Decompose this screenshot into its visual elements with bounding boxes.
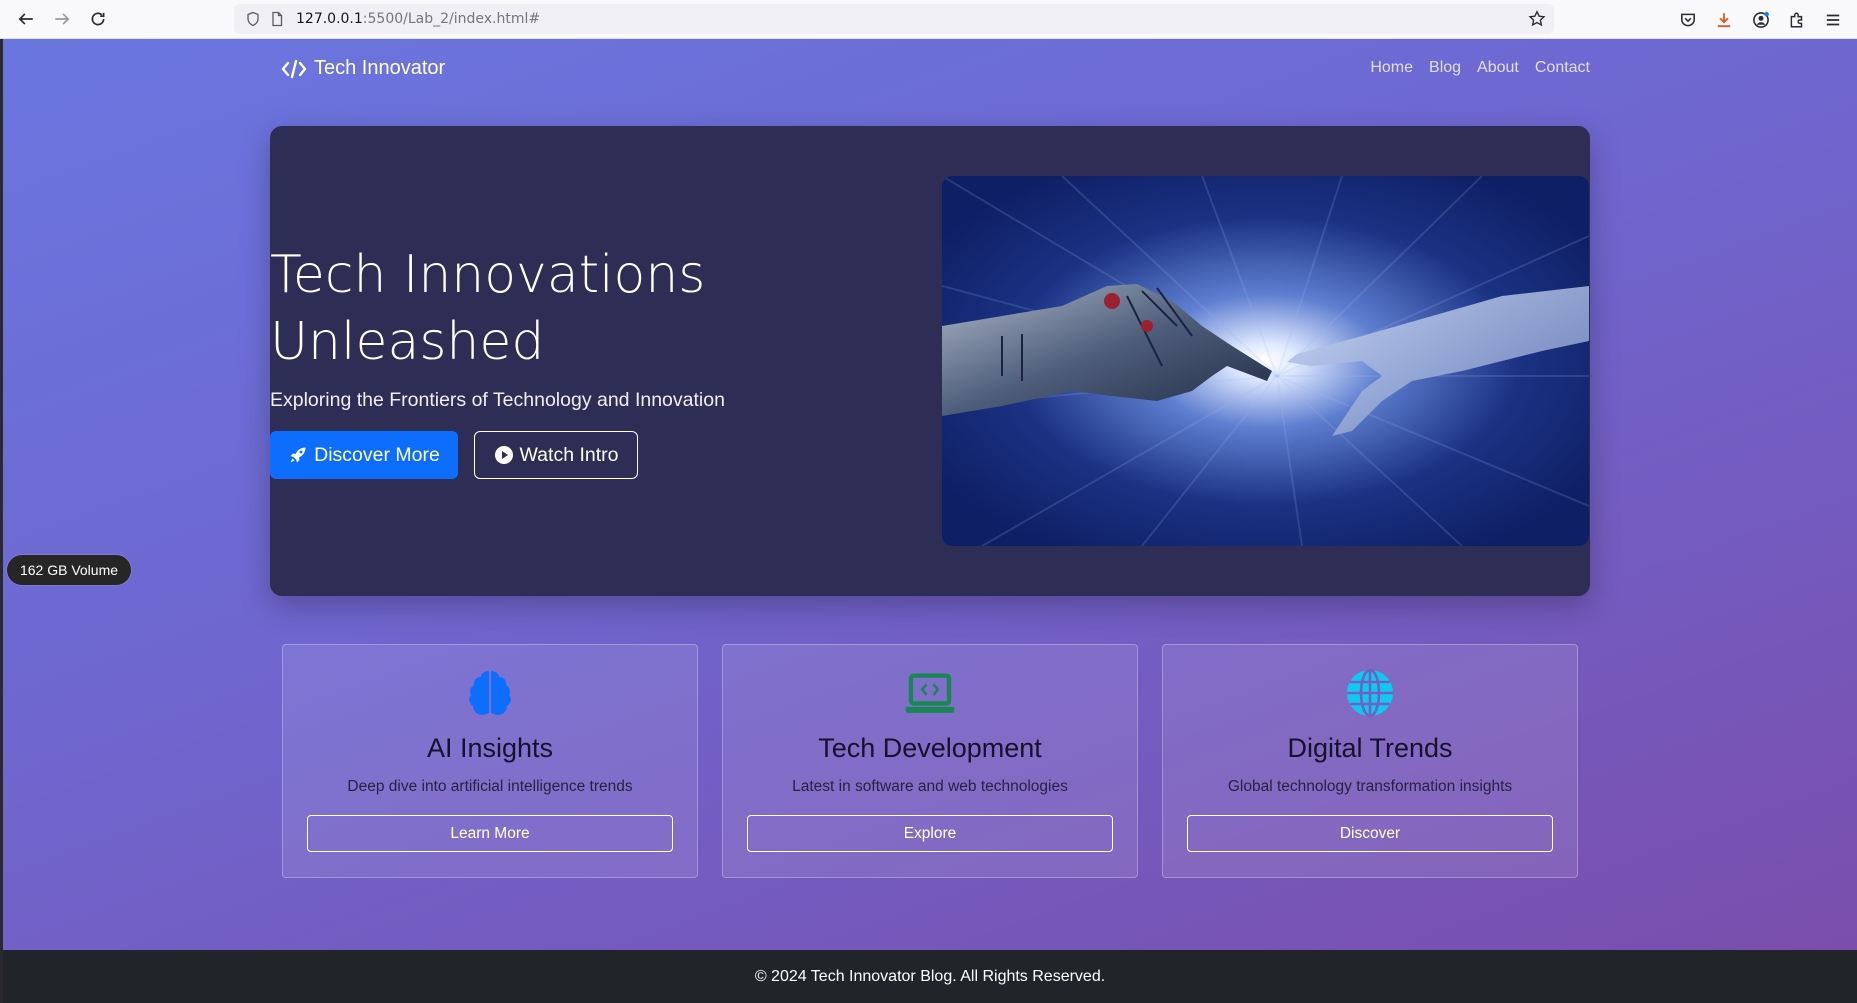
nav-blog[interactable]: Blog bbox=[1429, 59, 1461, 77]
brand-name: Tech Innovator bbox=[314, 57, 446, 79]
learn-more-button[interactable]: Learn More bbox=[307, 815, 673, 852]
volume-tooltip: 162 GB Volume bbox=[7, 555, 131, 585]
star-icon[interactable] bbox=[1528, 10, 1546, 28]
watch-intro-button[interactable]: Watch Intro bbox=[474, 431, 638, 479]
hero-image bbox=[942, 176, 1589, 546]
card-ai-insights: AI Insights Deep dive into artificial in… bbox=[282, 644, 698, 878]
main-nav: Home Blog About Contact bbox=[1370, 59, 1590, 77]
nav-contact[interactable]: Contact bbox=[1535, 59, 1590, 77]
brand-logo[interactable]: Tech Innovator bbox=[281, 57, 445, 80]
forward-icon[interactable] bbox=[48, 6, 76, 32]
hero-subtitle: Exploring the Frontiers of Technology an… bbox=[270, 389, 725, 411]
feature-cards: AI Insights Deep dive into artificial in… bbox=[282, 644, 1578, 878]
browser-toolbar: 127.0.0.1:5500/Lab_2/index.html# bbox=[0, 0, 1857, 39]
download-icon[interactable] bbox=[1713, 9, 1735, 31]
rocket-icon bbox=[290, 447, 306, 463]
discover-button[interactable]: Discover bbox=[1187, 815, 1553, 852]
back-icon[interactable] bbox=[12, 6, 40, 32]
card-text: Global technology transformation insight… bbox=[1227, 778, 1513, 795]
watch-intro-label: Watch Intro bbox=[519, 443, 619, 466]
reload-icon[interactable] bbox=[84, 6, 112, 32]
hero-title: Tech Innovations Unleashed bbox=[270, 245, 706, 372]
hero-section: Tech Innovations Unleashed Exploring the… bbox=[270, 126, 1590, 596]
account-icon[interactable] bbox=[1750, 9, 1772, 31]
pocket-icon[interactable] bbox=[1677, 9, 1699, 31]
discover-more-button[interactable]: Discover More bbox=[270, 431, 458, 479]
card-title: Digital Trends bbox=[1287, 733, 1453, 763]
card-digital-trends: Digital Trends Global technology transfo… bbox=[1162, 644, 1578, 878]
url-text: 127.0.0.1:5500/Lab_2/index.html# bbox=[296, 11, 541, 27]
discover-more-label: Discover More bbox=[314, 443, 440, 466]
laptop-code-icon bbox=[723, 667, 1137, 719]
nav-home[interactable]: Home bbox=[1370, 59, 1413, 77]
code-icon bbox=[281, 59, 307, 78]
footer-text: © 2024 Tech Innovator Blog. All Rights R… bbox=[754, 967, 1106, 985]
menu-icon[interactable] bbox=[1822, 9, 1844, 31]
brain-icon bbox=[283, 667, 697, 719]
card-text: Latest in software and web technologies bbox=[792, 778, 1068, 795]
page-icon[interactable] bbox=[268, 10, 286, 28]
nav-about[interactable]: About bbox=[1477, 59, 1519, 77]
card-tech-development: Tech Development Latest in software and … bbox=[722, 644, 1138, 878]
card-title: Tech Development bbox=[818, 733, 1042, 763]
footer: © 2024 Tech Innovator Blog. All Rights R… bbox=[3, 950, 1857, 1003]
globe-icon bbox=[1163, 667, 1577, 719]
play-circle-icon bbox=[494, 446, 513, 464]
page: Tech Innovator Home Blog About Contact T… bbox=[3, 39, 1857, 950]
address-bar[interactable]: 127.0.0.1:5500/Lab_2/index.html# bbox=[234, 4, 1554, 34]
card-text: Deep dive into artificial intelligence t… bbox=[347, 778, 633, 795]
shield-icon[interactable] bbox=[244, 10, 262, 28]
extensions-icon[interactable] bbox=[1786, 9, 1808, 31]
card-title: AI Insights bbox=[426, 733, 554, 763]
explore-button[interactable]: Explore bbox=[747, 815, 1113, 852]
